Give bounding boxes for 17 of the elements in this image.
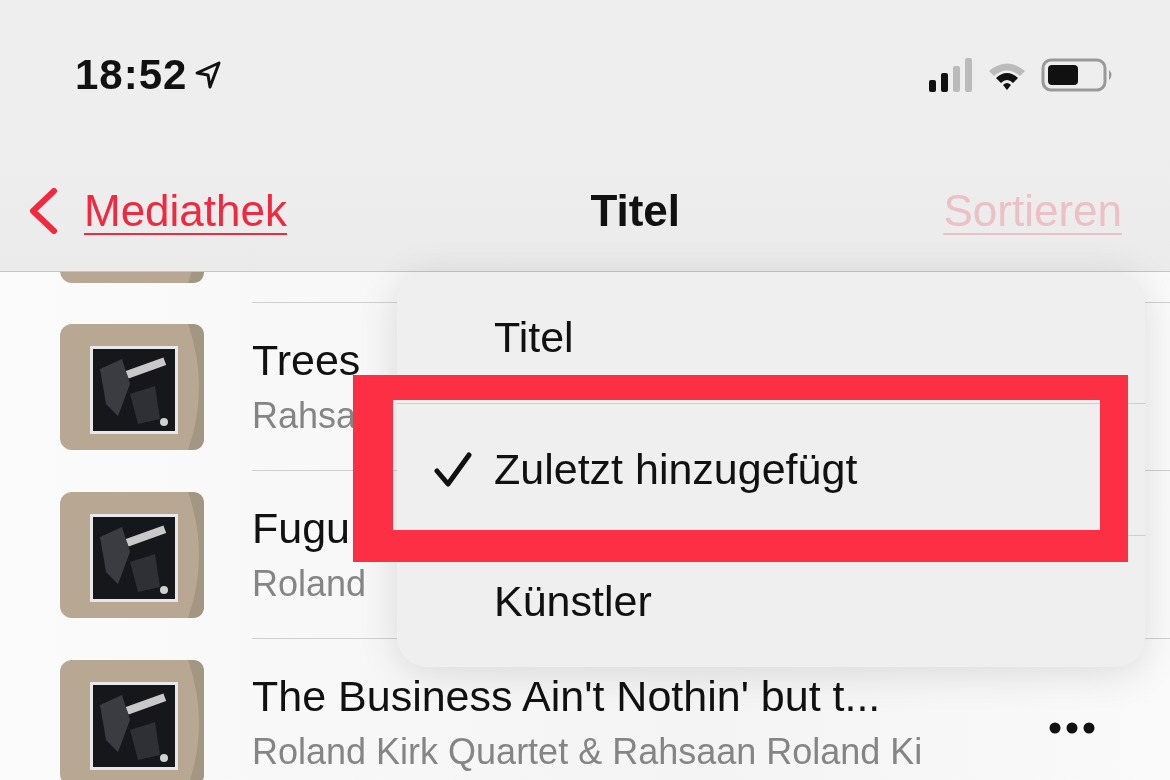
song-title: Trees xyxy=(252,336,361,385)
song-artist: Roland Kirk Quartet & Rahsaan Roland Ki xyxy=(252,731,923,773)
song-title: The Business Ain't Nothin' but t... xyxy=(252,672,882,721)
menu-item[interactable]: Titel xyxy=(397,272,1145,403)
signal-icon xyxy=(929,58,973,92)
more-icon[interactable] xyxy=(1049,721,1095,734)
back-link[interactable]: Mediathek xyxy=(28,185,287,236)
clock-time: 18:52 xyxy=(75,51,188,99)
menu-item[interactable]: Zuletzt hinzugefügt xyxy=(397,403,1145,535)
location-arrow-icon xyxy=(195,61,222,89)
song-artist: Roland xyxy=(252,563,367,605)
back-chevron-icon xyxy=(28,187,58,234)
nav-title: Titel xyxy=(590,185,681,236)
song-title: Fugu xyxy=(252,504,351,553)
song-artist: Rahsa xyxy=(252,395,358,437)
back-link-label[interactable]: Mediathek xyxy=(84,185,287,236)
menu-item[interactable]: Künstler xyxy=(397,535,1145,667)
